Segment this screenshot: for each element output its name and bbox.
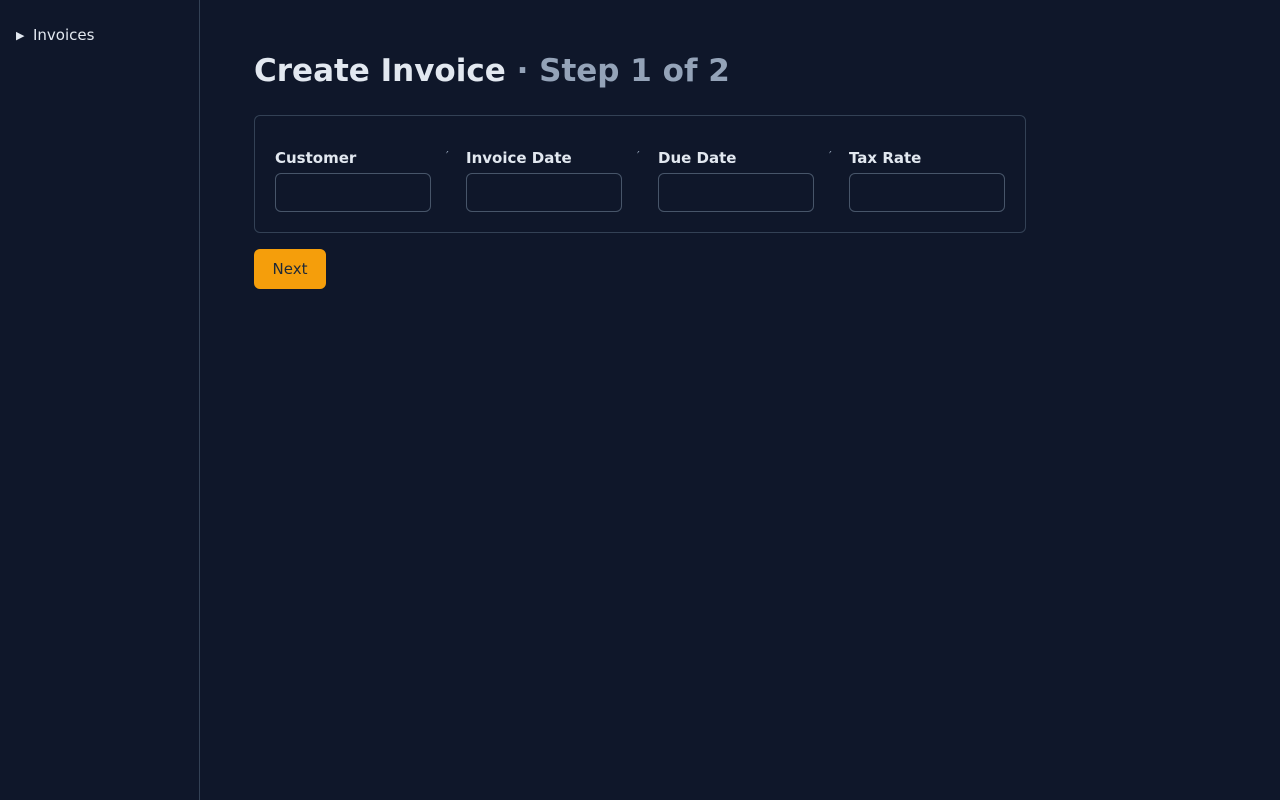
field-separator: ′ xyxy=(637,149,640,163)
page-title-text: Create Invoice xyxy=(254,53,506,89)
invoice-date-label: Invoice Date xyxy=(466,149,572,167)
step-indicator: · Step 1 of 2 xyxy=(516,53,730,89)
customer-label: Customer xyxy=(275,149,357,167)
field-separator: ′ xyxy=(829,149,832,163)
invoice-date-field: Invoice Date xyxy=(466,149,622,212)
tax-rate-input[interactable] xyxy=(849,173,1005,212)
sidebar-item-label: Invoices xyxy=(33,26,95,44)
caret-right-icon: ▶ xyxy=(16,28,25,42)
page-title: Create Invoice · Step 1 of 2 xyxy=(254,52,730,90)
tax-rate-field: Tax Rate xyxy=(849,149,1005,212)
next-button[interactable]: Next xyxy=(254,249,326,289)
invoice-form-card: Customer ′ Invoice Date ′ Due Date ′ Tax… xyxy=(254,115,1026,233)
due-date-field: Due Date xyxy=(658,149,814,212)
field-separator: ′ xyxy=(446,149,449,163)
app-window: ▶ Invoices Create Invoice · Step 1 of 2 … xyxy=(0,0,1280,800)
due-date-input[interactable] xyxy=(658,173,814,212)
due-date-label: Due Date xyxy=(658,149,737,167)
sidebar: ▶ Invoices xyxy=(0,0,200,800)
tax-rate-label: Tax Rate xyxy=(849,149,922,167)
sidebar-item-invoices[interactable]: ▶ Invoices xyxy=(16,24,94,46)
customer-field: Customer xyxy=(275,149,431,212)
customer-input[interactable] xyxy=(275,173,431,212)
invoice-date-input[interactable] xyxy=(466,173,622,212)
